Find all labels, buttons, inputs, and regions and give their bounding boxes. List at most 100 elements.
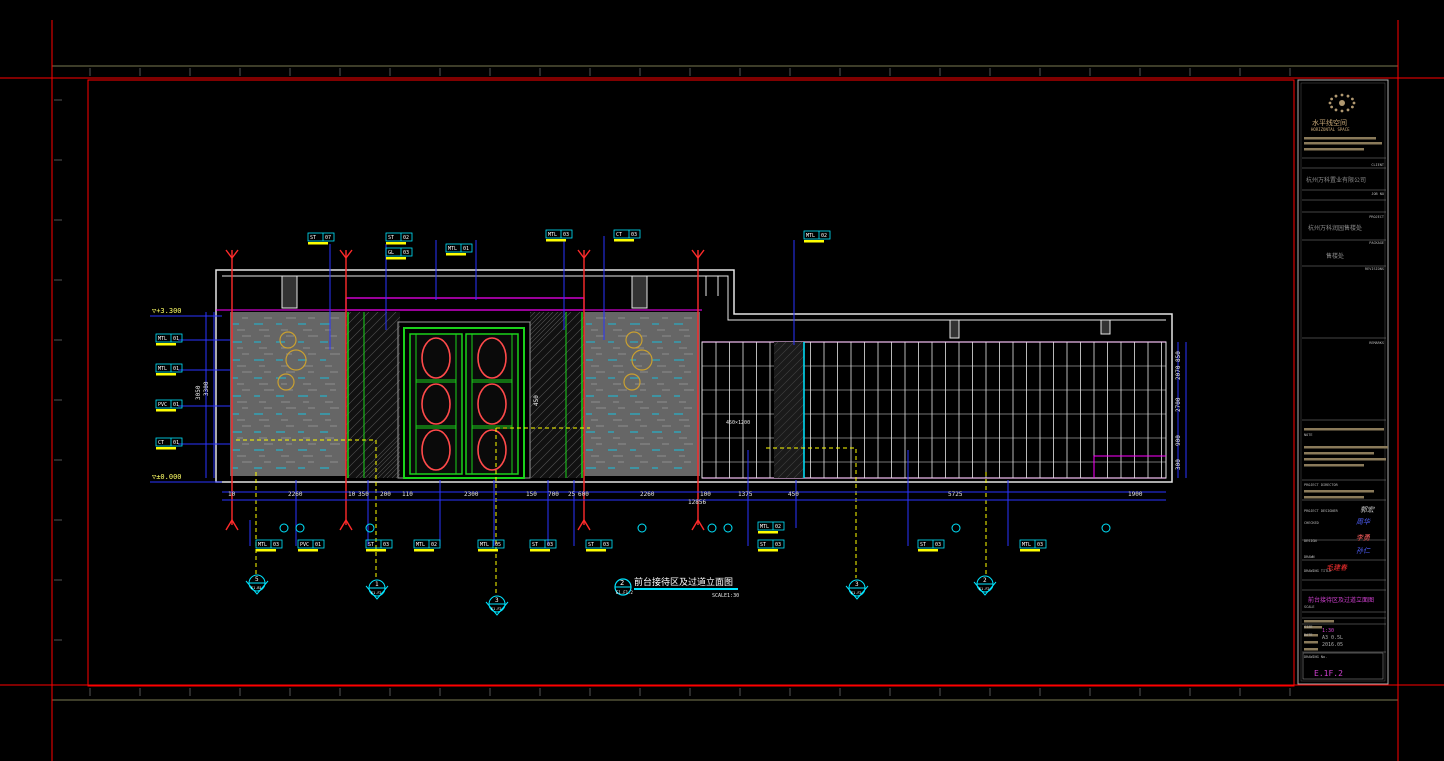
section-marker-3[interactable]: 3 E1.F2 bbox=[845, 579, 869, 600]
svg-text:3300: 3300 bbox=[203, 381, 210, 396]
svg-text:700: 700 bbox=[548, 491, 559, 498]
svg-text:MTL: MTL bbox=[760, 524, 769, 530]
client-name: 杭州万科置业有限公司 bbox=[1306, 176, 1366, 184]
svg-text:3: 3 bbox=[855, 581, 859, 588]
level-markers: ▽+3.300 ▽±0.000 bbox=[150, 307, 222, 483]
svg-text:NOTE: NOTE bbox=[1304, 433, 1312, 437]
callout-circle-2[interactable] bbox=[365, 523, 375, 533]
svg-text:03: 03 bbox=[547, 542, 553, 548]
callout-circle-4[interactable] bbox=[707, 523, 717, 533]
svg-text:01: 01 bbox=[173, 440, 179, 446]
svg-text:E1.F2: E1.F2 bbox=[851, 591, 862, 595]
logo-subtext: HORIZONTAL SPACE bbox=[1311, 127, 1350, 132]
section-marker-1[interactable]: 1 E1.F2 bbox=[365, 579, 389, 600]
svg-text:150: 150 bbox=[526, 491, 537, 498]
callout-circle-5[interactable] bbox=[723, 523, 733, 533]
tag-bottom-5[interactable]: ST 03 bbox=[529, 539, 557, 552]
svg-text:03: 03 bbox=[631, 232, 637, 238]
scale-value: 1:30 bbox=[1322, 628, 1334, 634]
tag-top-1[interactable]: ST 02 bbox=[385, 232, 413, 245]
svg-text:05: 05 bbox=[495, 542, 501, 548]
svg-text:5: 5 bbox=[255, 576, 259, 583]
callout-circle-6[interactable] bbox=[951, 523, 961, 533]
svg-text:PVC: PVC bbox=[300, 542, 309, 548]
drawing-title: 前台接待区及过道立面图 bbox=[634, 576, 733, 588]
svg-text:02: 02 bbox=[775, 524, 781, 530]
svg-text:SIZE: SIZE bbox=[1304, 625, 1312, 629]
tag-top-2[interactable]: GL 03 bbox=[385, 247, 413, 260]
tag-bottom-3[interactable]: MTL 02 bbox=[413, 539, 441, 552]
svg-text:03: 03 bbox=[383, 542, 389, 548]
svg-text:DRAWN: DRAWN bbox=[1304, 555, 1315, 559]
svg-text:2260: 2260 bbox=[288, 491, 303, 498]
tag-bottom-10[interactable]: MTL 03 bbox=[1019, 539, 1047, 552]
drawing-title-block: 2 E1.F1.2 前台接待区及过道立面图 SCALE1:30 bbox=[614, 576, 739, 599]
tag-bottom-8[interactable]: MTL 02 bbox=[757, 521, 785, 534]
tag-bottom-9[interactable]: ST 03 bbox=[917, 539, 945, 552]
svg-text:MTL: MTL bbox=[1022, 542, 1031, 548]
tag-bottom-4[interactable]: MTL 05 bbox=[477, 539, 505, 552]
svg-text:SCALE: SCALE bbox=[1304, 605, 1315, 609]
tag-bottom-7[interactable]: ST 03 bbox=[757, 539, 785, 552]
svg-text:03: 03 bbox=[563, 232, 569, 238]
tag-left-2[interactable]: PVC 01 bbox=[155, 399, 183, 412]
svg-text:1: 1 bbox=[375, 581, 379, 588]
sheet-number: E.1F.2 bbox=[1314, 669, 1343, 678]
svg-text:REMARKS: REMARKS bbox=[1369, 341, 1384, 345]
logo-text: 水平线空间 bbox=[1312, 118, 1347, 127]
tag-top-0[interactable]: ST 07 bbox=[307, 232, 335, 245]
svg-text:850: 850 bbox=[1175, 351, 1182, 362]
svg-text:ST: ST bbox=[760, 542, 766, 548]
tag-left-1[interactable]: MTL 01 bbox=[155, 363, 183, 376]
project-name: 杭州万科润园售楼处 bbox=[1308, 224, 1362, 232]
svg-text:MTL: MTL bbox=[548, 232, 557, 238]
svg-text:CHECKED: CHECKED bbox=[1304, 521, 1319, 525]
tag-bottom-1[interactable]: PVC 01 bbox=[297, 539, 325, 552]
tag-top-3[interactable]: MTL 01 bbox=[445, 243, 473, 256]
section-marker-2[interactable]: 3 E1.F2 bbox=[485, 595, 509, 616]
svg-text:JOB NO: JOB NO bbox=[1371, 192, 1384, 196]
level-top-label: ▽+3.300 bbox=[152, 307, 182, 315]
section-marker-4[interactable]: 2 E1.F2 bbox=[973, 575, 997, 596]
svg-text:MTL: MTL bbox=[480, 542, 489, 548]
section-marker-0[interactable]: 5 E1.B1 bbox=[245, 574, 269, 595]
svg-text:MTL: MTL bbox=[806, 233, 815, 239]
svg-text:PROJECT DIRECTOR: PROJECT DIRECTOR bbox=[1304, 483, 1339, 487]
tag-top-4[interactable]: MTL 03 bbox=[545, 229, 573, 242]
tag-left-3[interactable]: CT 01 bbox=[155, 437, 183, 450]
tag-top-5[interactable]: CT 03 bbox=[613, 229, 641, 242]
svg-text:200: 200 bbox=[380, 491, 391, 498]
svg-text:350: 350 bbox=[358, 491, 369, 498]
callout-circle-1[interactable] bbox=[295, 523, 305, 533]
svg-text:03: 03 bbox=[273, 542, 279, 548]
svg-text:CT: CT bbox=[158, 440, 164, 446]
svg-text:450×1200: 450×1200 bbox=[726, 420, 750, 426]
svg-text:MTL: MTL bbox=[158, 336, 167, 342]
callout-circle-7[interactable] bbox=[1101, 523, 1111, 533]
svg-text:07: 07 bbox=[325, 235, 331, 241]
svg-text:25: 25 bbox=[568, 491, 576, 498]
level-floor-label: ▽±0.000 bbox=[152, 473, 182, 481]
svg-text:450: 450 bbox=[788, 491, 799, 498]
tag-left-0[interactable]: MTL 01 bbox=[155, 333, 183, 346]
svg-text:GL: GL bbox=[388, 250, 394, 256]
package-name: 售楼处 bbox=[1326, 252, 1344, 260]
svg-text:孙仁: 孙仁 bbox=[1356, 547, 1371, 555]
sheet-title: 前台接待区及过道立面图 bbox=[1308, 596, 1374, 604]
tag-bottom-2[interactable]: ST 03 bbox=[365, 539, 393, 552]
tag-top-6[interactable]: MTL 02 bbox=[803, 230, 831, 243]
svg-text:ST: ST bbox=[588, 542, 594, 548]
svg-text:E1.F2: E1.F2 bbox=[491, 607, 502, 611]
svg-text:5725: 5725 bbox=[948, 491, 963, 498]
svg-text:MTL: MTL bbox=[416, 542, 425, 548]
svg-text:01: 01 bbox=[173, 366, 179, 372]
svg-text:1375: 1375 bbox=[738, 491, 753, 498]
callout-circle-0[interactable] bbox=[279, 523, 289, 533]
svg-text:PACKAGE: PACKAGE bbox=[1369, 241, 1384, 245]
tag-bottom-6[interactable]: ST 03 bbox=[585, 539, 613, 552]
cad-drawing-canvas[interactable]: 10 2260 10 350 200 110 2300 150 700 25 600 2260 100 1… bbox=[0, 0, 1444, 761]
tag-bottom-0[interactable]: MTL 03 bbox=[255, 539, 283, 552]
callout-circle-3[interactable] bbox=[637, 523, 647, 533]
svg-text:郭宏: 郭宏 bbox=[1360, 506, 1375, 514]
svg-text:03: 03 bbox=[403, 250, 409, 256]
